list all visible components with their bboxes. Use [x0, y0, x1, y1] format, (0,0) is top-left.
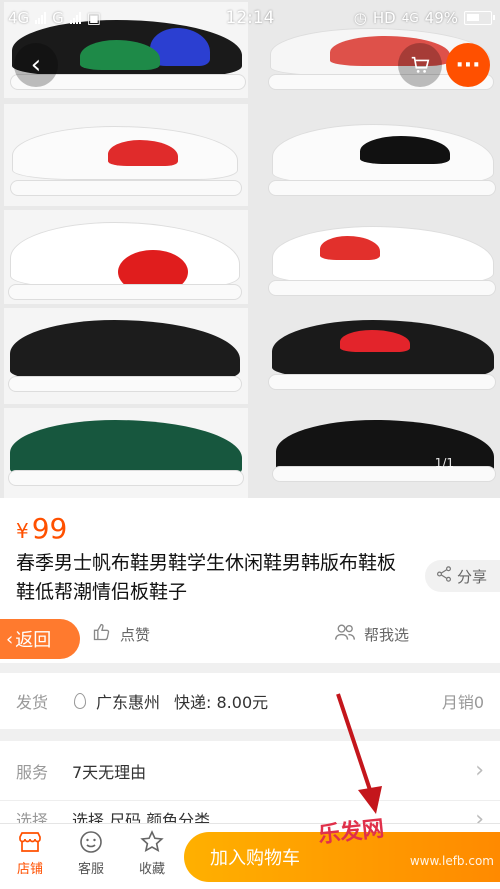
price: ¥ 99: [16, 512, 67, 545]
bottom-action-bar: 店铺 客服 收藏 加入购物车 www.lefb.com: [0, 823, 500, 889]
signal-icon-2: [69, 12, 81, 24]
shop-label: 店铺: [16, 862, 43, 877]
favorite-label: 收藏: [138, 862, 165, 877]
like-button[interactable]: 点赞: [92, 622, 150, 646]
watermark-logo: 乐发网: [317, 816, 386, 849]
sim-icon: ▣: [86, 9, 101, 27]
share-icon: [435, 565, 453, 587]
share-label: 分享: [457, 567, 488, 586]
chevron-left-icon: ‹: [6, 628, 14, 650]
back-button[interactable]: ‹ 返回: [0, 619, 80, 659]
clock: 12:14: [225, 8, 275, 28]
thumbs-up-icon: [92, 622, 112, 646]
price-symbol: ¥: [16, 519, 29, 543]
alarm-icon: ◷: [353, 9, 367, 27]
service-label: 服务: [16, 762, 49, 782]
price-value: 99: [31, 512, 68, 545]
service-row[interactable]: 服务 7天无理由 ›: [0, 741, 500, 801]
chevron-right-icon: ›: [475, 758, 484, 783]
people-icon: [334, 622, 356, 646]
shipping-fee: 快递: 8.00元: [174, 693, 269, 712]
network-label: 4G: [8, 9, 30, 27]
customer-service-tab[interactable]: 客服: [66, 830, 116, 877]
image-pager: 1/1: [434, 456, 454, 470]
battery-icon: [464, 11, 495, 25]
smiley-icon: [78, 830, 104, 854]
hd-label: HD: [372, 9, 396, 27]
network-label-2: G: [52, 9, 64, 27]
service-value: 7天无理由: [72, 762, 147, 782]
battery-level: 49%: [424, 9, 458, 27]
shop-icon: [17, 830, 43, 854]
network-label-3: 4G: [401, 11, 419, 25]
share-button[interactable]: 分享: [425, 560, 500, 592]
favorite-tab[interactable]: 收藏: [127, 830, 177, 877]
ship-location: 广东惠州: [96, 693, 161, 712]
location-pin-icon: [74, 693, 86, 709]
watermark-sub: www.lefb.com: [409, 854, 494, 868]
shipping-label: 发货: [16, 693, 49, 712]
add-to-cart-label: 加入购物车: [210, 848, 300, 869]
like-label: 点赞: [120, 625, 151, 644]
help-choose-button[interactable]: 帮我选: [334, 622, 409, 646]
shipping-row[interactable]: 发货 广东惠州 快递: 8.00元 月销0: [0, 673, 500, 729]
more-icon[interactable]: ···: [446, 43, 490, 87]
back-label: 返回: [15, 630, 52, 651]
back-icon[interactable]: ‹: [14, 43, 58, 87]
product-info: ¥ 99 春季男士帆布鞋男鞋学生休闲鞋男韩版布鞋板鞋低帮潮情侣板鞋子 分享 ‹ …: [0, 498, 500, 663]
star-icon: [139, 830, 165, 854]
customer-service-label: 客服: [77, 862, 104, 877]
shop-tab[interactable]: 店铺: [5, 830, 55, 877]
status-bar: 4G G ▣ 12:14 ◷ HD 4G 49%: [0, 0, 500, 36]
monthly-sales: 月销0: [441, 693, 484, 712]
cart-icon[interactable]: [398, 43, 442, 87]
product-title: 春季男士帆布鞋男鞋学生休闲鞋男韩版布鞋板鞋低帮潮情侣板鞋子: [16, 552, 397, 603]
help-label: 帮我选: [364, 625, 410, 644]
signal-icon: [35, 12, 47, 24]
